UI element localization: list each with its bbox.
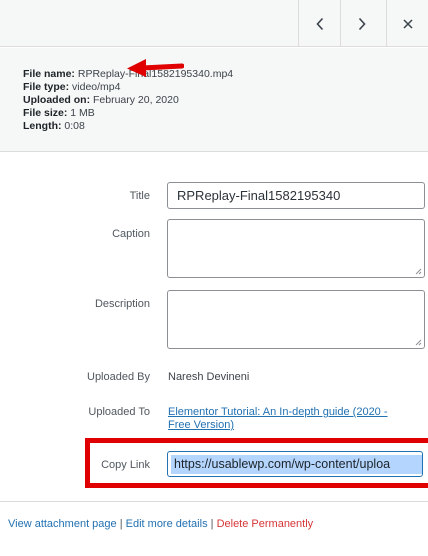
modal-header	[0, 0, 428, 47]
edit-details-link[interactable]: Edit more details	[126, 518, 208, 530]
uploaded-on-row: Uploaded on: February 20, 2020	[23, 94, 179, 107]
title-input[interactable]: RPReplay-Final1582195340	[167, 182, 425, 209]
uploaded-by-value: Naresh Devineni	[168, 371, 250, 383]
chevron-right-icon	[358, 17, 366, 30]
separator: |	[207, 518, 217, 530]
close-button[interactable]	[386, 0, 428, 47]
file-size-label: File size:	[23, 107, 68, 119]
resize-handle-icon[interactable]	[415, 339, 422, 346]
file-type-value: video/mp4	[72, 81, 121, 93]
caption-label: Caption	[112, 228, 150, 240]
file-type-row: File type: video/mp4	[23, 81, 120, 94]
chevron-left-icon	[315, 17, 323, 30]
uploaded-by-label: Uploaded By	[87, 371, 150, 383]
length-row: Length: 0:08	[23, 120, 85, 133]
length-value: 0:08	[64, 120, 85, 132]
caption-textarea[interactable]	[167, 219, 425, 278]
uploaded-to-label: Uploaded To	[88, 406, 150, 418]
separator: |	[116, 518, 126, 530]
previous-button[interactable]	[298, 0, 340, 47]
red-arrow-annotation	[127, 59, 184, 77]
divider	[0, 501, 428, 502]
uploaded-to-link-line1[interactable]: Elementor Tutorial: An In-depth guide (2…	[168, 406, 388, 418]
file-type-label: File type:	[23, 81, 70, 93]
delete-permanently-link[interactable]: Delete Permanently	[217, 518, 314, 530]
uploaded-on-label: Uploaded on:	[23, 94, 91, 106]
uploaded-to-link-line2[interactable]: Free Version)	[168, 419, 234, 431]
uploaded-on-value: February 20, 2020	[93, 94, 179, 106]
uploaded-to-link[interactable]: Elementor Tutorial: An In-depth guide (2…	[168, 406, 388, 432]
view-attachment-link[interactable]: View attachment page	[8, 518, 117, 530]
title-label: Title	[129, 190, 150, 202]
copy-link-label: Copy Link	[101, 459, 150, 471]
copy-link-input[interactable]: https://usablewp.com/wp-content/uploa	[167, 451, 423, 477]
file-details: File name: RPReplay-Final1582195340.mp4 …	[0, 48, 428, 152]
file-size-row: File size: 1 MB	[23, 107, 95, 120]
file-name-label: File name:	[23, 68, 75, 80]
close-icon	[402, 18, 413, 29]
attachment-actions: View attachment page | Edit more details…	[8, 518, 313, 530]
title-input-value: RPReplay-Final1582195340	[177, 188, 341, 203]
description-textarea[interactable]	[167, 290, 425, 349]
resize-handle-icon[interactable]	[415, 268, 422, 275]
file-size-value: 1 MB	[70, 107, 95, 119]
length-label: Length:	[23, 120, 62, 132]
next-button[interactable]	[340, 0, 382, 47]
description-label: Description	[94, 298, 150, 310]
copy-link-selected-text: https://usablewp.com/wp-content/uploa	[171, 455, 422, 474]
